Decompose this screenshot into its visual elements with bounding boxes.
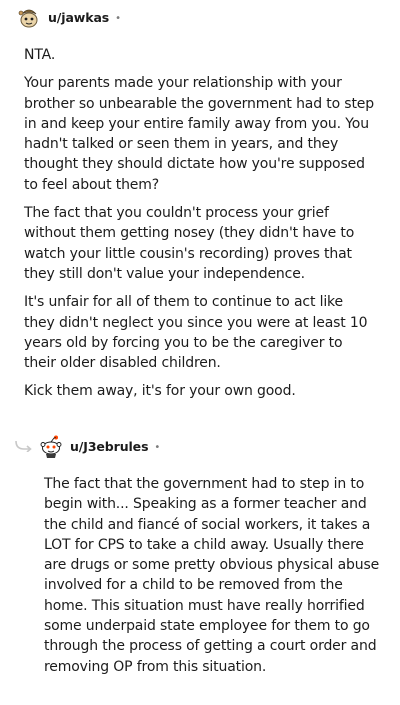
snoo-avatar-icon[interactable] (39, 434, 63, 458)
snoo-avatar-icon[interactable] (17, 5, 41, 29)
comment-header: u/jawkas • (17, 5, 121, 29)
reply-arrow-icon (15, 440, 32, 452)
comment-paragraph: NTA. (24, 47, 56, 63)
separator-dot: • (154, 441, 161, 453)
comment-paragraph: It's unfair for all of them to continue … (24, 294, 368, 372)
comment-body: The fact that the government had to step… (44, 474, 384, 685)
comment-paragraph: Kick them away, it's for your own good. (24, 383, 296, 400)
username[interactable]: u/jawkas (48, 10, 109, 25)
comment-paragraph: The fact that you couldn't process your … (24, 205, 355, 282)
comment-header: u/J3ebrules • (15, 434, 160, 458)
comment-paragraph: The fact that the government had to step… (44, 476, 380, 675)
comment-body: NTA. Your parents made your relationship… (24, 45, 376, 410)
comment-paragraph: Your parents made your relationship with… (24, 75, 374, 193)
separator-dot: • (115, 12, 122, 24)
username[interactable]: u/J3ebrules (70, 439, 149, 454)
